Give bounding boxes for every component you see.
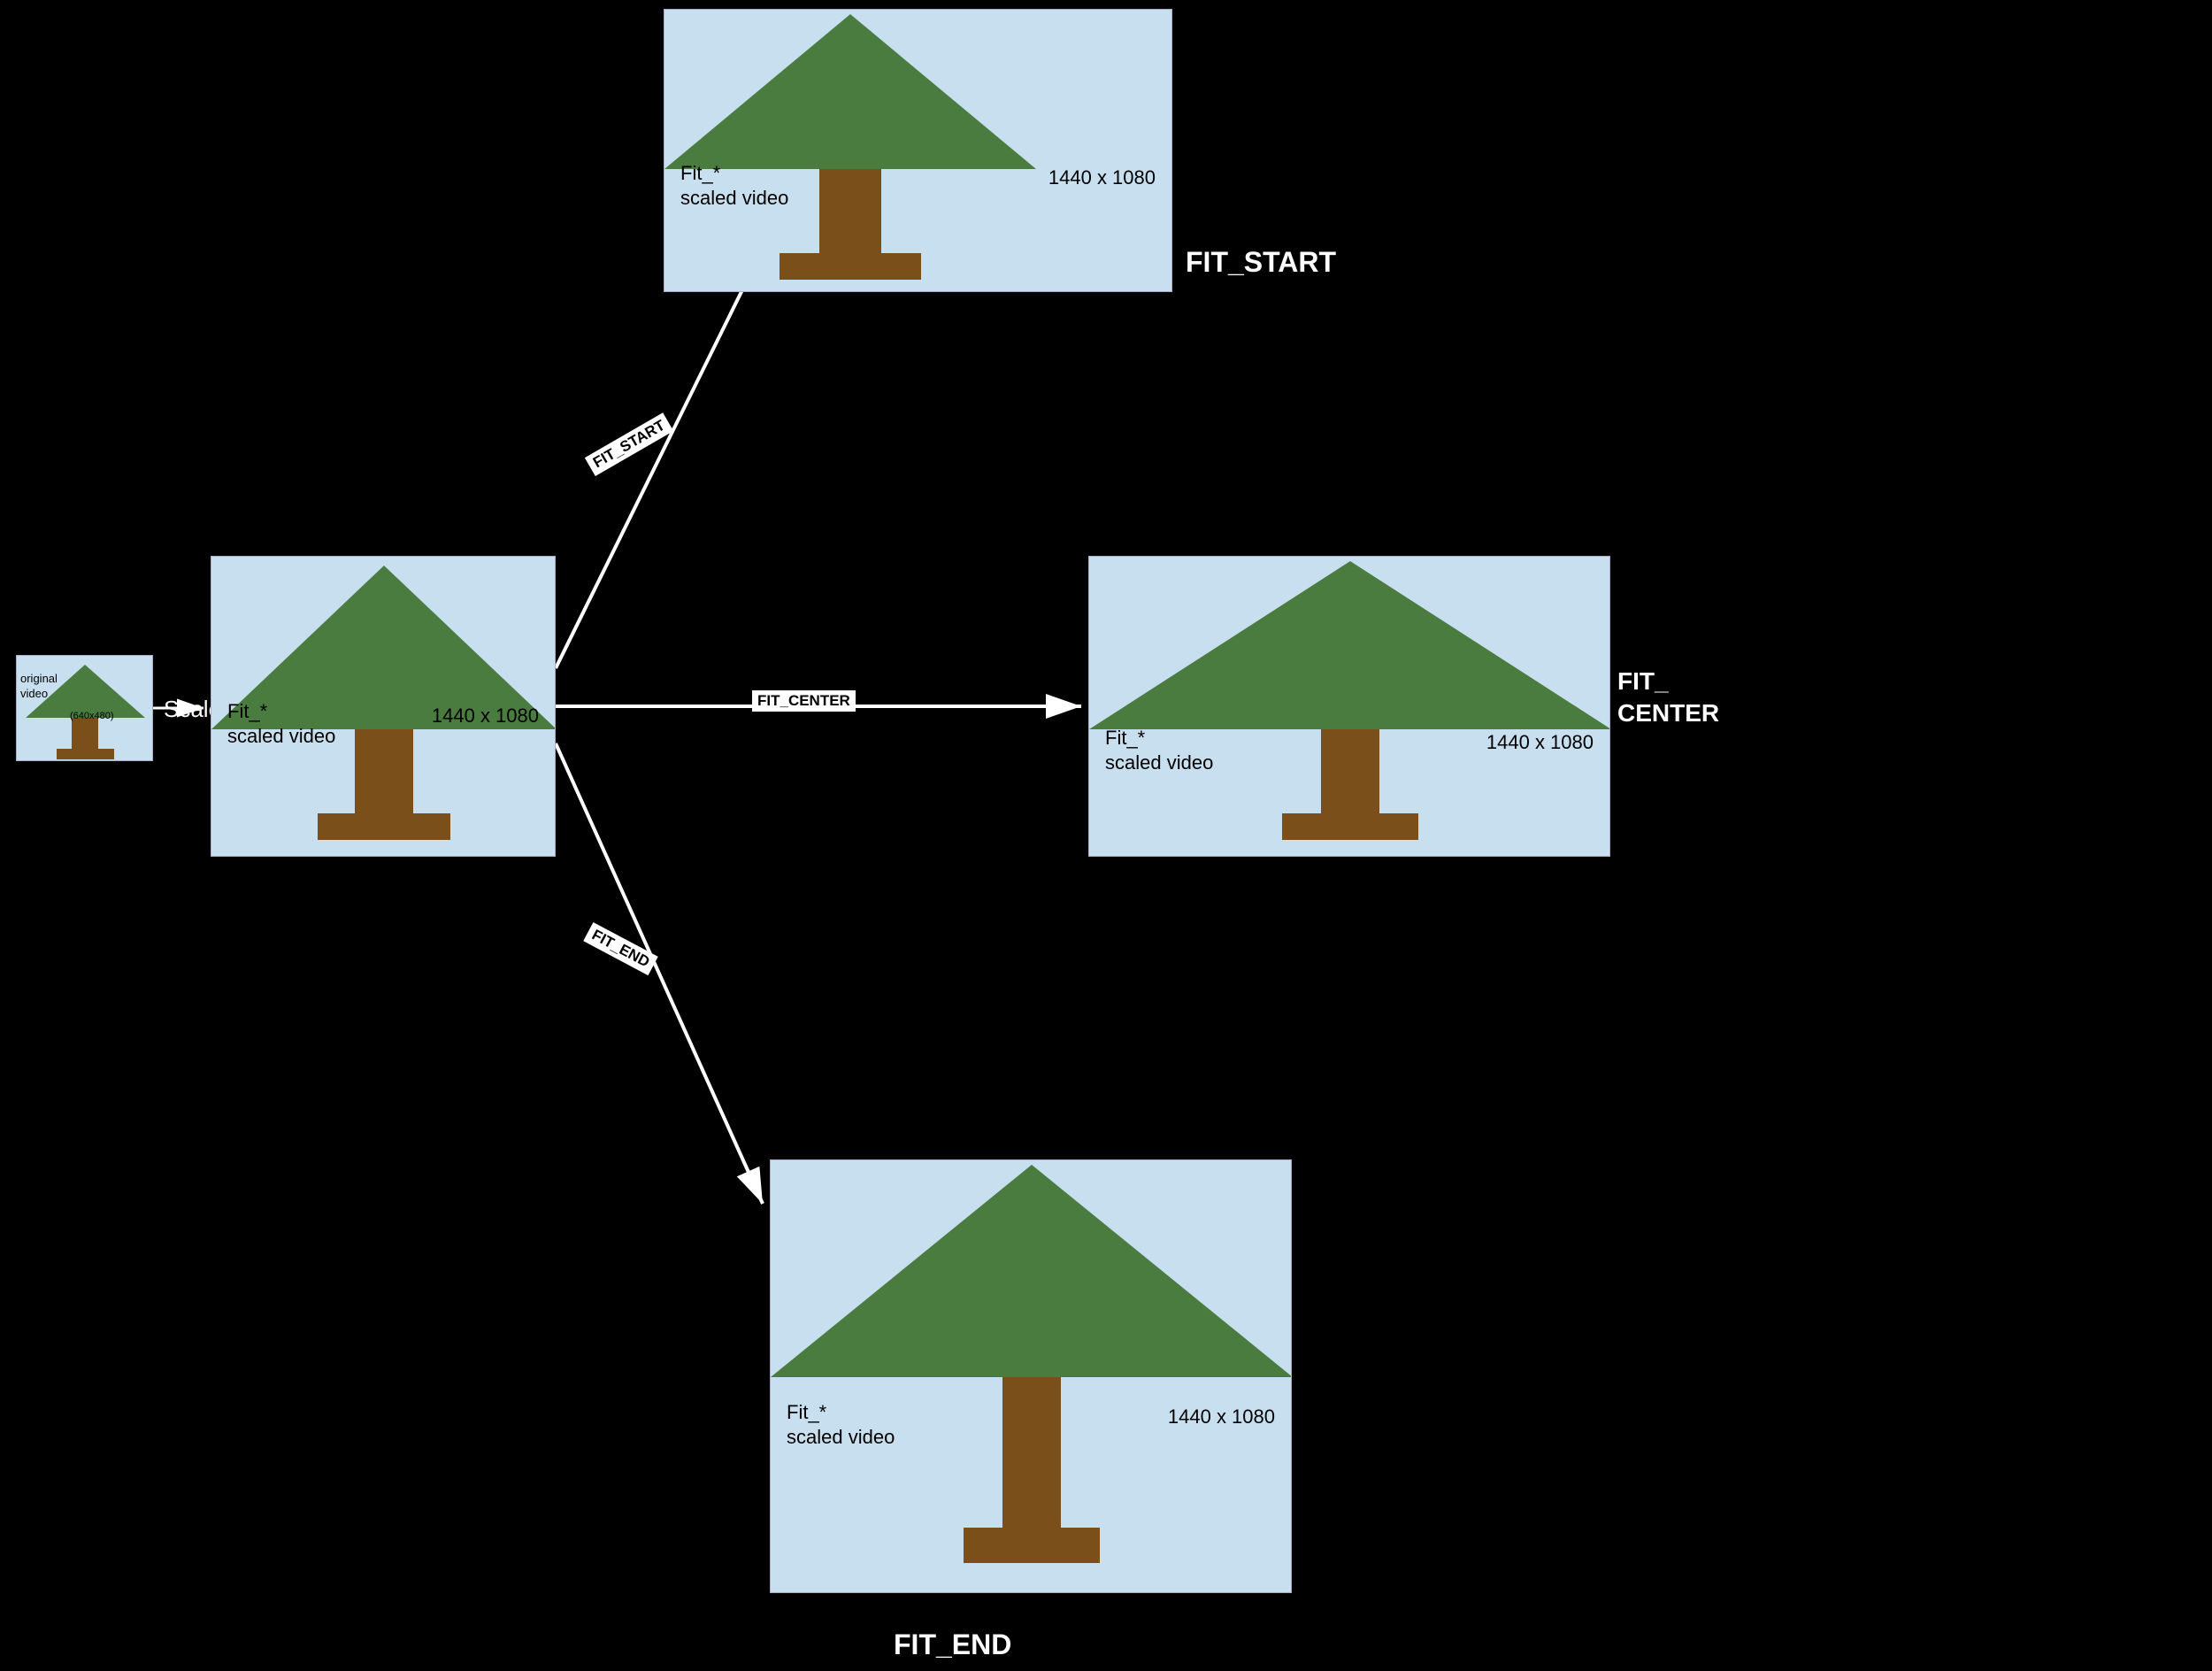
original-video-label: originalvideo — [20, 672, 58, 702]
fit-start-video-size: 1440 x 1080 — [1048, 166, 1156, 189]
fit-end-video-box: Fit_*scaled video 1440 x 1080 — [770, 1159, 1292, 1593]
fit-start-video-box: Fit_*scaled video 1440 x 1080 — [664, 9, 1172, 292]
scaled-video-box: Fit_*scaled video 1440 x 1080 — [211, 556, 556, 857]
fit-start-arrow-label: FIT_START — [585, 412, 674, 476]
scaled-video-size: 1440 x 1080 — [432, 705, 539, 728]
original-video-box: originalvideo (640x480) — [16, 655, 153, 761]
fit-start-label: FIT_START — [1186, 246, 1336, 279]
fit-end-arrow-label: FIT_END — [583, 922, 657, 975]
fit-center-arrow-label: FIT_CENTER — [752, 690, 856, 712]
fit-center-video-label: Fit_*scaled video — [1105, 726, 1213, 776]
fit-start-video-label: Fit_*scaled video — [680, 161, 788, 212]
fit-end-label: FIT_END — [894, 1629, 1011, 1661]
fit-center-video-box: Fit_*scaled video 1440 x 1080 — [1088, 556, 1610, 857]
fit-center-label: FIT_CENTER — [1617, 666, 1719, 730]
fit-end-video-label: Fit_*scaled video — [787, 1400, 895, 1451]
original-video-size: (640x480) — [70, 711, 114, 721]
fit-end-video-size: 1440 x 1080 — [1168, 1405, 1275, 1428]
scaled-video-label: Fit_*scaled video — [227, 699, 335, 750]
fit-center-video-size: 1440 x 1080 — [1486, 731, 1594, 754]
